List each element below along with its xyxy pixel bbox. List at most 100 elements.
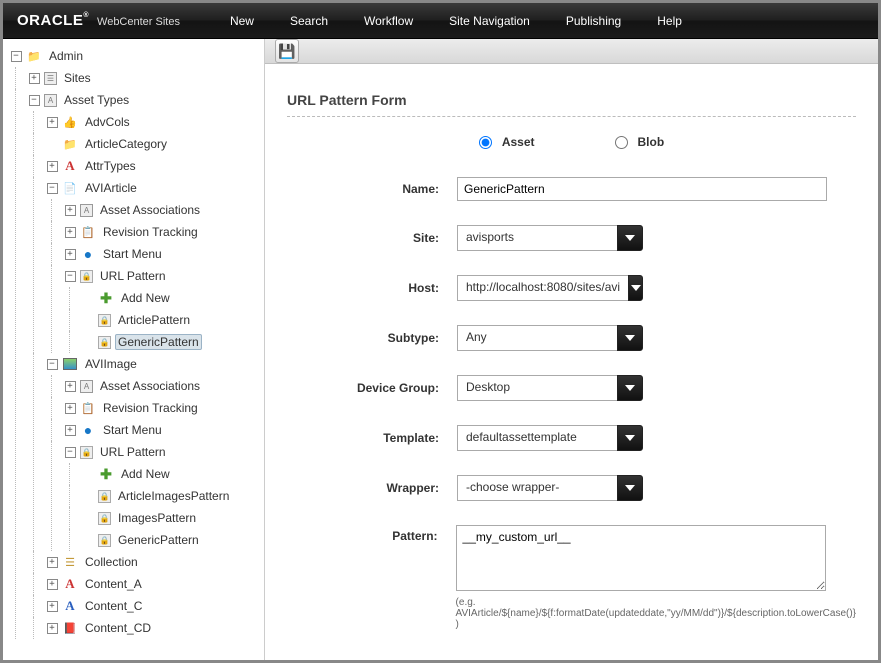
menu-workflow[interactable]: Workflow bbox=[364, 14, 413, 28]
toggle-start-menu-2[interactable]: + bbox=[63, 423, 77, 437]
toggle-start-menu-1[interactable]: + bbox=[63, 247, 77, 261]
tree-asset-associations-2[interactable]: Asset Associations bbox=[97, 378, 203, 394]
tree-articlecategory[interactable]: ArticleCategory bbox=[82, 136, 170, 152]
host-select[interactable]: http://localhost:8080/sites/avi bbox=[457, 275, 643, 301]
tree-start-menu-1[interactable]: Start Menu bbox=[100, 246, 165, 262]
menu-site-navigation[interactable]: Site Navigation bbox=[449, 14, 530, 28]
tree-aviarticle[interactable]: AVIArticle bbox=[82, 180, 140, 196]
lock-icon: 🔒 bbox=[80, 446, 93, 459]
chevron-down-icon[interactable] bbox=[617, 325, 643, 351]
name-input[interactable] bbox=[457, 177, 827, 201]
image-icon bbox=[62, 356, 78, 372]
device-group-select-value: Desktop bbox=[457, 375, 617, 401]
save-button[interactable]: 💾 bbox=[275, 39, 299, 63]
tree-genericpattern-selected[interactable]: GenericPattern bbox=[115, 334, 202, 350]
asset-types-icon: A bbox=[44, 94, 57, 107]
subtype-select-value: Any bbox=[457, 325, 617, 351]
brand-product: WebCenter Sites bbox=[97, 16, 180, 28]
tree-sites[interactable]: Sites bbox=[61, 70, 94, 86]
toggle-rev-track-1[interactable]: + bbox=[63, 225, 77, 239]
toggle-content-a[interactable]: + bbox=[45, 577, 59, 591]
radio-asset-text: Asset bbox=[502, 135, 535, 149]
menu-new[interactable]: New bbox=[230, 14, 254, 28]
tree-articleimagespattern[interactable]: ArticleImagesPattern bbox=[115, 488, 232, 504]
toggle-sites[interactable]: + bbox=[27, 71, 41, 85]
label-device-group: Device Group: bbox=[287, 381, 457, 395]
toggle-url-pattern-1[interactable]: − bbox=[63, 269, 77, 283]
toggle-advcols[interactable]: + bbox=[45, 115, 59, 129]
site-select[interactable]: avisports bbox=[457, 225, 643, 251]
pattern-hint: (e.g. AVIArticle/${name}/${f:formatDate(… bbox=[456, 597, 856, 630]
tree-url-pattern-1[interactable]: URL Pattern bbox=[97, 268, 169, 284]
tree-collection[interactable]: Collection bbox=[82, 554, 141, 570]
template-select-value: defaultassettemplate bbox=[457, 425, 617, 451]
toggle-rev-track-2[interactable]: + bbox=[63, 401, 77, 415]
toggle-collection[interactable]: + bbox=[45, 555, 59, 569]
chevron-down-icon[interactable] bbox=[617, 475, 643, 501]
chevron-down-icon[interactable] bbox=[617, 225, 643, 251]
tree-admin[interactable]: Admin bbox=[46, 48, 86, 64]
label-template: Template: bbox=[287, 431, 457, 445]
toggle-attrtypes[interactable]: + bbox=[45, 159, 59, 173]
radio-blob-label[interactable]: Blob bbox=[615, 135, 665, 149]
tree-imagespattern[interactable]: ImagesPattern bbox=[115, 510, 199, 526]
tree-content-cd[interactable]: Content_CD bbox=[82, 620, 154, 636]
toggle-aviimage[interactable]: − bbox=[45, 357, 59, 371]
device-group-select[interactable]: Desktop bbox=[457, 375, 643, 401]
lock-icon: 🔒 bbox=[98, 336, 111, 349]
radio-blob[interactable] bbox=[615, 136, 628, 149]
subtype-select[interactable]: Any bbox=[457, 325, 643, 351]
toggle-aviarticle[interactable]: − bbox=[45, 181, 59, 195]
save-icon: 💾 bbox=[278, 43, 295, 60]
pattern-textarea[interactable] bbox=[456, 525, 826, 591]
site-select-value: avisports bbox=[457, 225, 617, 251]
brand: ORACLE® WebCenter Sites bbox=[17, 12, 180, 29]
tree-aviimage[interactable]: AVIImage bbox=[82, 356, 140, 372]
menu-publishing[interactable]: Publishing bbox=[566, 14, 621, 28]
a-blue-icon: A bbox=[62, 598, 78, 614]
main-menu: New Search Workflow Site Navigation Publ… bbox=[230, 14, 682, 28]
tree-url-pattern-2[interactable]: URL Pattern bbox=[97, 444, 169, 460]
dot-icon: ● bbox=[80, 246, 96, 262]
tree-genericpattern-2[interactable]: GenericPattern bbox=[115, 532, 202, 548]
toggle-url-pattern-2[interactable]: − bbox=[63, 445, 77, 459]
toggle-admin[interactable]: − bbox=[9, 49, 23, 63]
type-radio-group: Asset Blob bbox=[287, 135, 856, 149]
tree-content-a[interactable]: Content_A bbox=[82, 576, 145, 592]
radio-asset[interactable] bbox=[479, 136, 492, 149]
label-host: Host: bbox=[287, 281, 457, 295]
lock-icon: 🔒 bbox=[80, 270, 93, 283]
tree-asset-types[interactable]: Asset Types bbox=[61, 92, 132, 108]
tree-revision-tracking-1[interactable]: Revision Tracking bbox=[100, 224, 201, 240]
tree-start-menu-2[interactable]: Start Menu bbox=[100, 422, 165, 438]
tree-add-new-2[interactable]: Add New bbox=[118, 466, 173, 482]
chevron-down-icon[interactable] bbox=[617, 375, 643, 401]
wrapper-select[interactable]: -choose wrapper- bbox=[457, 475, 643, 501]
lock-icon: 🔒 bbox=[98, 512, 111, 525]
toggle-asset-assoc-1[interactable]: + bbox=[63, 203, 77, 217]
chevron-down-icon[interactable] bbox=[628, 275, 643, 301]
tree-content-c[interactable]: Content_C bbox=[82, 598, 145, 614]
menu-search[interactable]: Search bbox=[290, 14, 328, 28]
tree-attrtypes[interactable]: AttrTypes bbox=[82, 158, 139, 174]
wrapper-select-value: -choose wrapper- bbox=[457, 475, 617, 501]
tree-asset-associations-1[interactable]: Asset Associations bbox=[97, 202, 203, 218]
tree-add-new-1[interactable]: Add New bbox=[118, 290, 173, 306]
toggle-asset-assoc-2[interactable]: + bbox=[63, 379, 77, 393]
chevron-down-icon[interactable] bbox=[617, 425, 643, 451]
asset-assoc-icon: A bbox=[80, 380, 93, 393]
toggle-content-cd[interactable]: + bbox=[45, 621, 59, 635]
tree-advcols[interactable]: AdvCols bbox=[82, 114, 133, 130]
tree-revision-tracking-2[interactable]: Revision Tracking bbox=[100, 400, 201, 416]
tree-articlepattern[interactable]: ArticlePattern bbox=[115, 312, 193, 328]
radio-asset-label[interactable]: Asset bbox=[479, 135, 535, 149]
template-select[interactable]: defaultassettemplate bbox=[457, 425, 643, 451]
label-site: Site: bbox=[287, 231, 457, 245]
toggle-content-c[interactable]: + bbox=[45, 599, 59, 613]
folder-icon: 📁 bbox=[26, 48, 42, 64]
menu-help[interactable]: Help bbox=[657, 14, 682, 28]
toggle-asset-types[interactable]: − bbox=[27, 93, 41, 107]
divider bbox=[287, 116, 856, 117]
sites-icon: ☰ bbox=[44, 72, 57, 85]
folder-icon: 📁 bbox=[62, 136, 78, 152]
